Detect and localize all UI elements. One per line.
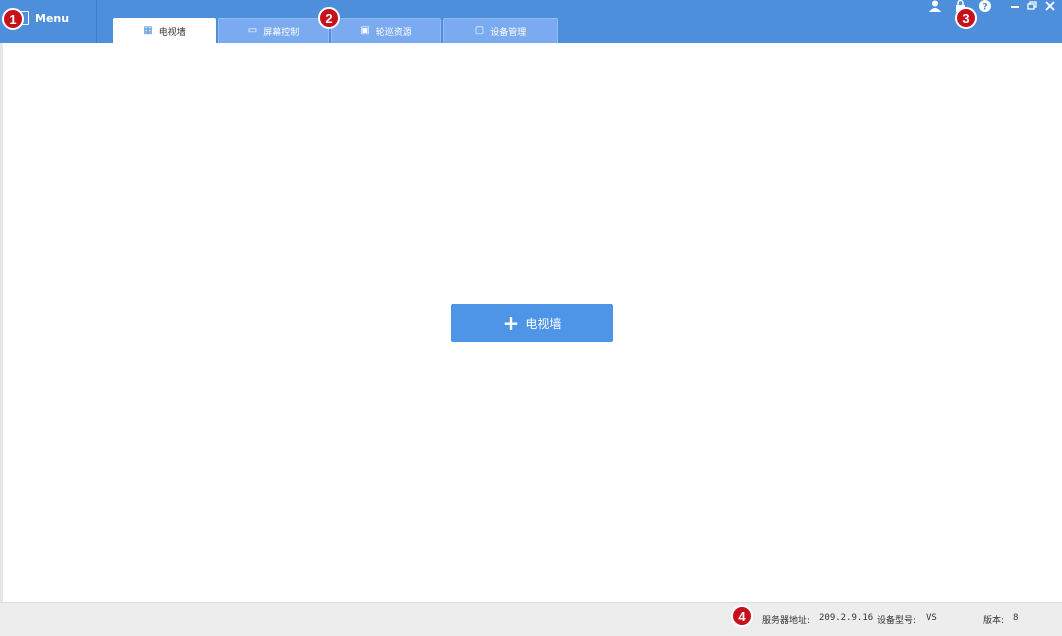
tab-screen-control[interactable]: ▭ 屏幕控制 xyxy=(218,18,329,43)
svg-text:?: ? xyxy=(982,3,987,13)
device-management-icon: ▢ xyxy=(474,25,485,36)
tab-patrol-resource[interactable]: ▣ 轮巡资源 xyxy=(331,18,441,43)
screen-control-icon: ▭ xyxy=(247,25,258,36)
tab-label: 电视墙 xyxy=(158,27,186,38)
menu-label: Menu xyxy=(35,12,70,25)
version-value: 8 xyxy=(1013,613,1019,623)
tab-label: 屏幕控制 xyxy=(263,27,300,38)
callout-badge: 3 xyxy=(955,7,977,29)
restore-icon[interactable] xyxy=(1025,0,1039,14)
patrol-resource-icon: ▣ xyxy=(360,25,370,36)
status-bar: 4 服务器地址: 209.2.9.16 设备型号: VS 版本: 8 xyxy=(0,602,1062,636)
server-address-label: 服务器地址: xyxy=(762,616,811,626)
minimize-icon[interactable] xyxy=(1008,0,1022,14)
user-icon[interactable] xyxy=(928,0,942,14)
callout-badge: 2 xyxy=(318,7,340,29)
callout-badge: 4 xyxy=(731,605,753,627)
tab-label: 设备管理 xyxy=(490,27,527,38)
server-address-value: 209.2.9.16 xyxy=(819,613,874,623)
plus-icon: + xyxy=(502,311,520,335)
help-icon[interactable]: ? xyxy=(978,0,992,14)
device-model-label: 设备型号: xyxy=(877,616,917,626)
close-icon[interactable] xyxy=(1043,0,1057,14)
callout-badge: 1 xyxy=(2,8,24,30)
version-label: 版本: xyxy=(983,616,1005,626)
add-tv-wall-button[interactable]: + 电视墙 xyxy=(451,304,613,342)
tv-wall-icon: ▦ xyxy=(143,25,153,36)
top-bar: Menu ▦ 电视墙 ▭ 屏幕控制 ▣ 轮巡资源 ▢ 设备管理 ? xyxy=(0,0,1062,43)
tab-label: 轮巡资源 xyxy=(375,27,412,38)
tab-device-management[interactable]: ▢ 设备管理 xyxy=(443,18,558,43)
tab-tv-wall[interactable]: ▦ 电视墙 xyxy=(113,18,216,43)
add-button-label: 电视墙 xyxy=(525,316,562,331)
device-model-value: VS xyxy=(926,613,937,623)
